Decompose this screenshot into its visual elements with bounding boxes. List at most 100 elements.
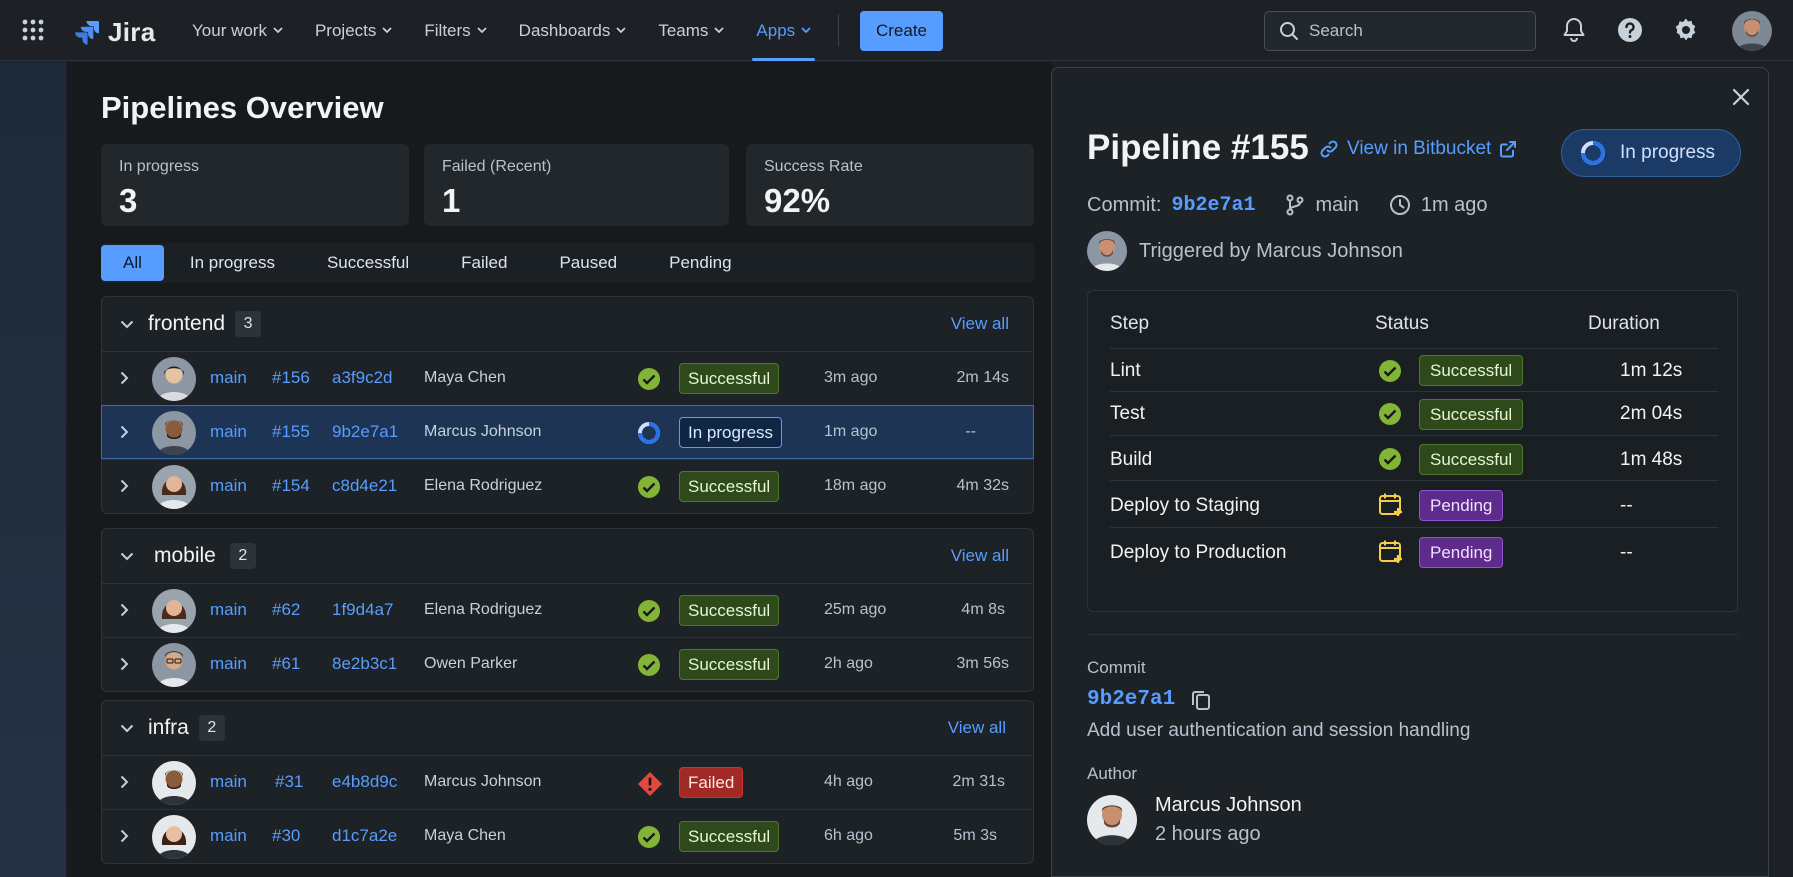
commit-sha[interactable]: e4b8d9c (332, 772, 397, 792)
user-avatar[interactable] (1732, 11, 1772, 51)
help-icon[interactable] (1617, 17, 1643, 43)
commit-sha[interactable]: 9b2e7a1 (332, 422, 398, 442)
step-row: Test Successful 2m 04s (1110, 391, 1718, 435)
started-time: 6h ago (824, 827, 873, 844)
notifications-bell-icon[interactable] (1562, 17, 1586, 43)
filter-pending[interactable]: Pending (643, 245, 757, 281)
pipeline-meta: Commit: 9b2e7a1 main 1m ago (1087, 190, 1488, 220)
branch-name[interactable]: main (210, 422, 247, 442)
pipeline-row[interactable]: main #156 a3f9c2d Maya Chen Successful 3… (102, 351, 1033, 405)
commit-sha[interactable]: d1c7a2e (332, 826, 397, 846)
chevron-down-icon (477, 27, 487, 34)
nav-your-work[interactable]: Your work (176, 0, 299, 61)
commit-sha[interactable]: 1f9d4a7 (332, 600, 393, 620)
step-name: Lint (1110, 360, 1141, 381)
pipeline-row[interactable]: main #30 d1c7a2e Maya Chen Successful 6h… (102, 809, 1033, 863)
status-badge: Successful (679, 649, 780, 680)
chevron-right-icon[interactable] (120, 775, 129, 789)
filter-in-progress[interactable]: In progress (164, 245, 301, 281)
external-link-icon (1499, 140, 1517, 158)
pipeline-number[interactable]: #62 (272, 600, 300, 620)
author-name: Owen Parker (424, 655, 518, 672)
view-all-link[interactable]: View all (951, 546, 1009, 566)
nav-dashboards[interactable]: Dashboards (503, 0, 643, 61)
view-all-link[interactable]: View all (951, 314, 1009, 334)
copy-icon[interactable] (1191, 689, 1211, 711)
column-header-status: Status (1375, 313, 1429, 334)
chevron-right-icon[interactable] (120, 603, 129, 617)
stat-value: 3 (119, 182, 138, 219)
pipeline-number[interactable]: #154 (272, 476, 310, 496)
nav-apps[interactable]: Apps (740, 0, 827, 61)
pipeline-number[interactable]: #155 (272, 422, 310, 442)
filter-paused[interactable]: Paused (533, 245, 643, 281)
search-input[interactable] (1309, 21, 1509, 41)
filter-failed[interactable]: Failed (435, 245, 533, 281)
branch-name[interactable]: main (210, 600, 247, 620)
commit-sha[interactable]: c8d4e21 (332, 476, 397, 496)
status-badge: Successful (679, 471, 780, 502)
pipeline-row[interactable]: main #62 1f9d4a7 Elena Rodriguez Success… (102, 583, 1033, 637)
chevron-down-icon[interactable] (120, 320, 134, 329)
filter-successful[interactable]: Successful (301, 245, 435, 281)
pipeline-group-infra: infra 2 View all main #31 e4b8d9c Marcus… (101, 700, 1034, 864)
duration: 4m 32s (956, 477, 1009, 494)
app-switcher-icon[interactable] (22, 19, 44, 41)
commit-sha-link[interactable]: 9b2e7a1 (1171, 194, 1255, 217)
pipeline-title: Pipeline #155 (1087, 128, 1309, 167)
author-name: Marcus Johnson (424, 423, 542, 440)
step-row: Deploy to Staging Pending -- (1110, 480, 1718, 527)
pipeline-number[interactable]: #31 (275, 772, 303, 792)
branch-name[interactable]: main (210, 368, 247, 388)
commit-sha[interactable]: 8e2b3c1 (332, 654, 397, 674)
group-header[interactable]: mobile 2 View all (102, 529, 1033, 583)
create-button[interactable]: Create (860, 11, 943, 51)
pipeline-row[interactable]: main #31 e4b8d9c Marcus Johnson Failed 4… (102, 755, 1033, 809)
status-badge: In progress (679, 417, 783, 448)
stat-card-failed: Failed (Recent) 1 (424, 144, 729, 226)
nav-label: Teams (658, 20, 709, 40)
chevron-right-icon[interactable] (120, 371, 129, 385)
nav-projects[interactable]: Projects (299, 0, 408, 61)
pipeline-number[interactable]: #61 (272, 654, 300, 674)
pipeline-row-selected[interactable]: main #155 9b2e7a1 Marcus Johnson In prog… (101, 405, 1034, 459)
pipeline-row[interactable]: main #154 c8d4e21 Elena Rodriguez Succes… (102, 459, 1033, 513)
group-count-badge: 2 (229, 543, 256, 569)
step-duration: 1m 12s (1620, 360, 1683, 381)
step-name: Test (1110, 403, 1145, 424)
step-duration: 1m 48s (1620, 449, 1683, 470)
group-header[interactable]: infra 2 View all (102, 701, 1033, 755)
branch-icon (1285, 194, 1305, 216)
chevron-right-icon[interactable] (120, 657, 129, 671)
chevron-down-icon (714, 27, 725, 34)
view-all-link[interactable]: View all (948, 718, 1006, 738)
chevron-right-icon[interactable] (120, 425, 129, 439)
close-icon[interactable] (1732, 88, 1750, 106)
avatar (152, 815, 196, 859)
chevron-down-icon[interactable] (120, 552, 134, 561)
view-in-bitbucket-link[interactable]: View in Bitbucket (1319, 138, 1517, 160)
chevron-down-icon[interactable] (120, 724, 134, 733)
settings-gear-icon[interactable] (1673, 17, 1699, 43)
success-check-icon (637, 599, 661, 623)
nav-filters[interactable]: Filters (408, 0, 502, 61)
branch-name[interactable]: main (210, 476, 247, 496)
duration: 4m 8s (961, 601, 1005, 618)
chevron-right-icon[interactable] (120, 829, 129, 843)
avatar (1087, 795, 1137, 845)
pipeline-row[interactable]: main #61 8e2b3c1 Owen Parker Successful … (102, 637, 1033, 691)
filter-all[interactable]: All (101, 245, 164, 281)
group-header[interactable]: frontend 3 View all (102, 297, 1033, 351)
search-box[interactable] (1264, 11, 1536, 51)
branch-name[interactable]: main (210, 826, 247, 846)
branch-name[interactable]: main (210, 654, 247, 674)
search-icon (1279, 21, 1299, 41)
branch-name[interactable]: main (210, 772, 247, 792)
nav-teams[interactable]: Teams (642, 0, 740, 61)
commit-sha-link[interactable]: 9b2e7a1 (1087, 688, 1175, 711)
chevron-right-icon[interactable] (120, 479, 129, 493)
pipeline-number[interactable]: #30 (272, 826, 300, 846)
jira-logo[interactable]: Jira (74, 17, 155, 48)
pipeline-number[interactable]: #156 (272, 368, 310, 388)
commit-sha[interactable]: a3f9c2d (332, 368, 393, 388)
